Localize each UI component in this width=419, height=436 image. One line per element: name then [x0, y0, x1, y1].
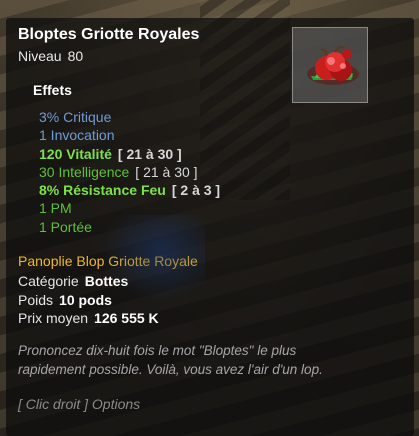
effect-resistance-feu: 8% Résistance Feu[ 2 à 3 ]: [39, 182, 221, 199]
item-tooltip: Bloptes Griotte Royales Niveau 80 Effets: [6, 18, 414, 436]
level-value: 80: [67, 48, 84, 64]
price-row: Prix moyen 126 555 K: [18, 310, 159, 326]
category-row: Catégorie Bottes: [18, 273, 129, 289]
effect-range: [ 2 à 3 ]: [171, 182, 221, 199]
item-info: Catégorie Bottes Poids 10 pods Prix moyen 1…: [18, 272, 159, 328]
effects-header: Effets: [33, 82, 72, 98]
red-boots-icon: [307, 46, 359, 85]
effect-critique: 3% Critique: [39, 109, 112, 125]
effect-range: [ 21 à 30 ]: [117, 145, 182, 162]
effect-vitalite: 120 Vitalité[ 21 à 30 ]: [39, 145, 182, 162]
item-name: Bloptes Griotte Royales: [18, 26, 200, 43]
effect-portee: 1 Portée: [39, 218, 92, 235]
game-background: Bloptes Griotte Royales Niveau 80 Effets: [0, 0, 419, 436]
item-description: Prononcez dix-huit fois le mot "Bloptes"…: [18, 343, 323, 377]
effect-range: [ 21 à 30 ]: [135, 163, 198, 180]
item-level: Niveau 80: [18, 48, 83, 64]
effect-invocation: 1 Invocation: [39, 127, 115, 144]
level-label: Niveau: [18, 48, 62, 64]
effect-pm: 1 PM: [39, 200, 72, 217]
options-hint: [ Clic droit ] Options: [18, 396, 141, 412]
effects-list: 3% Critique 1 Invocation 120 Vitalité[ 2…: [39, 108, 220, 236]
weight-row: Poids 10 pods: [18, 291, 112, 308]
set-link[interactable]: Panoplie Blop Griotte Royale: [18, 253, 198, 269]
effect-intelligence: 30 Intelligence[ 21 à 30 ]: [39, 163, 198, 180]
item-image-frame: [292, 27, 368, 103]
